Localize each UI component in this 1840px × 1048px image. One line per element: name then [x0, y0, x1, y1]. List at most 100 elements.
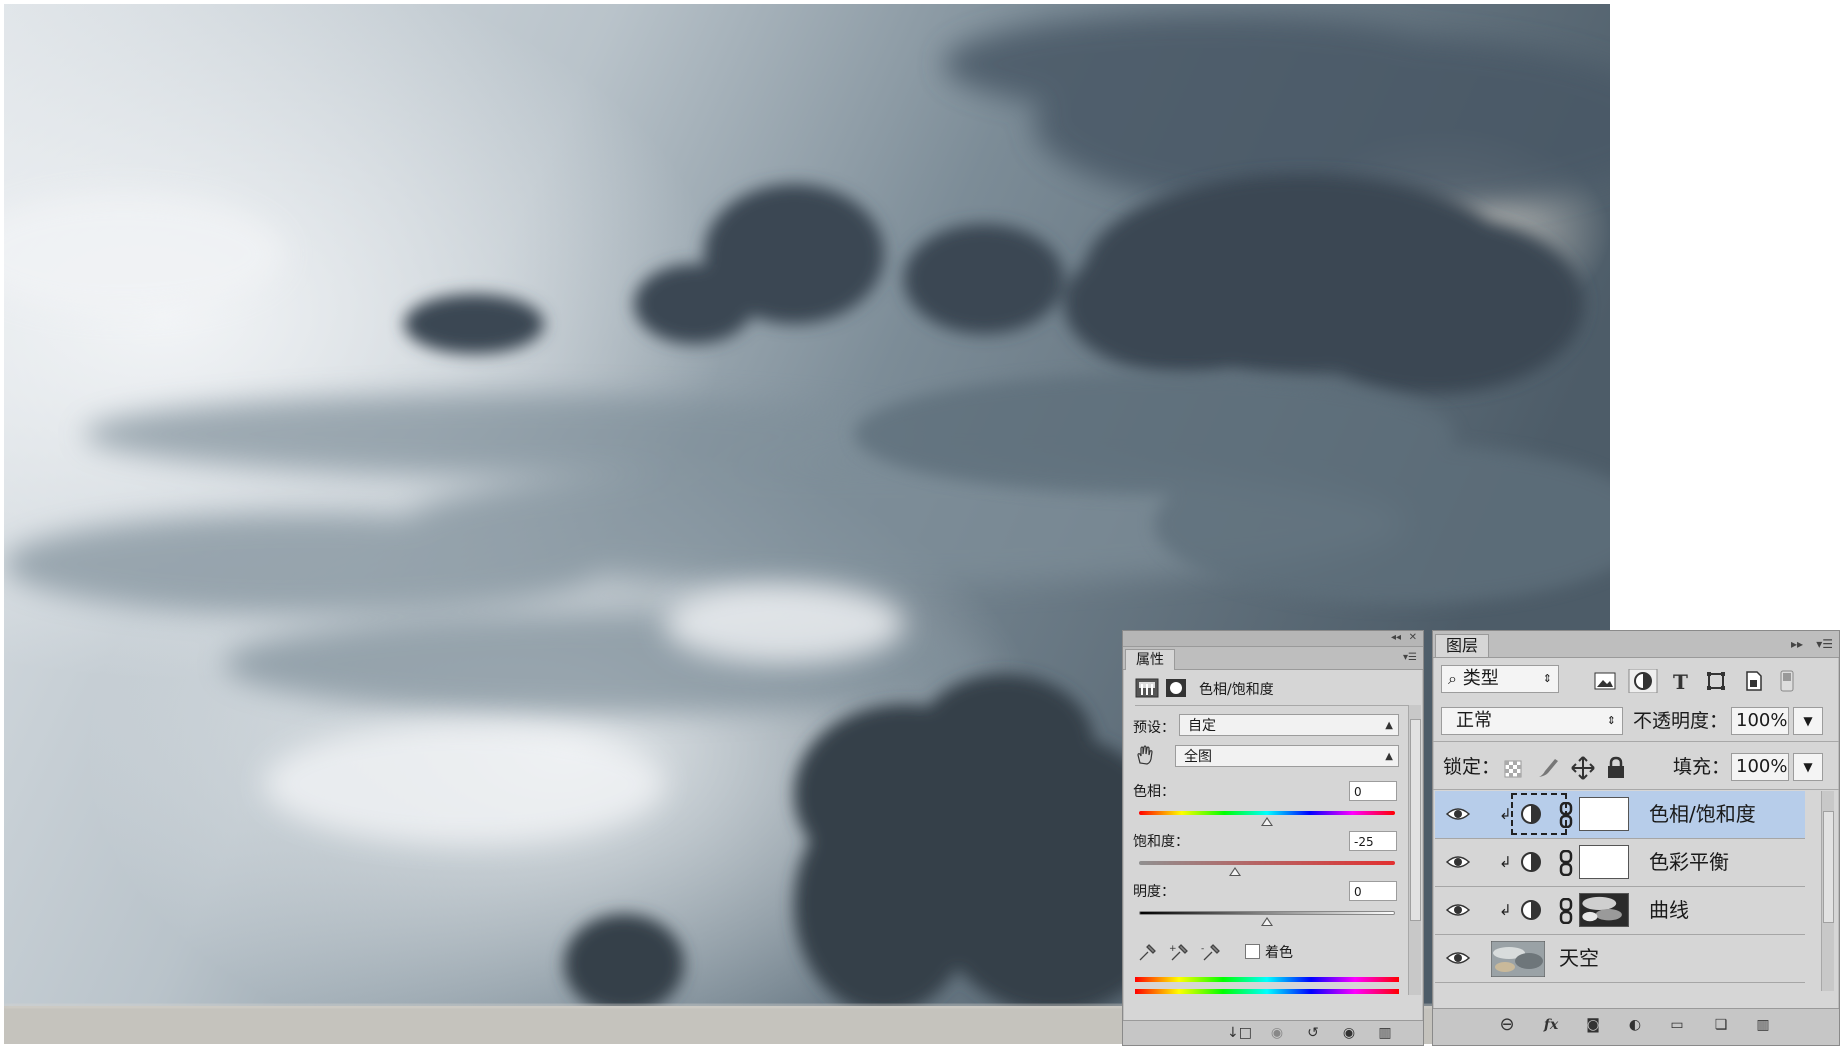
layer-mask-thumbnail[interactable] — [1579, 893, 1629, 927]
layer-filter-dropdown[interactable]: ⌕ 类型 ⇕ — [1441, 665, 1559, 693]
layer-row-color-balance[interactable]: ↲ 色彩平衡 — [1435, 839, 1805, 887]
layer-row-curves[interactable]: ↲ 曲线 — [1435, 887, 1805, 935]
tab-properties[interactable]: 属性 — [1125, 649, 1175, 670]
collapse-icon[interactable]: ◂◂ — [1391, 632, 1401, 644]
lock-transparent-pixels-icon[interactable] — [1504, 760, 1522, 778]
channel-value: 全图 — [1184, 749, 1212, 765]
add-mask-icon[interactable]: ◙ — [1583, 1015, 1603, 1035]
targeted-adjustment-hand-icon[interactable] — [1133, 743, 1157, 767]
layer-row-sky[interactable]: 天空 — [1435, 935, 1805, 983]
eyedropper-plus-icon[interactable]: + — [1169, 944, 1188, 961]
preset-label: 预设： — [1133, 720, 1175, 736]
layer-name[interactable]: 色彩平衡 — [1649, 849, 1729, 875]
lock-image-pixels-icon[interactable] — [1539, 759, 1558, 777]
shape-icon[interactable] — [1707, 672, 1725, 690]
hue-input[interactable]: 0 — [1349, 781, 1397, 801]
colorize-checkbox[interactable] — [1245, 944, 1260, 959]
saturation-slider-thumb[interactable] — [1229, 867, 1241, 876]
lightness-slider-thumb[interactable] — [1261, 917, 1273, 926]
text-icon[interactable]: T — [1673, 670, 1688, 693]
input-spectrum-bar — [1135, 977, 1399, 982]
eye-icon[interactable] — [1445, 803, 1471, 825]
eye-icon[interactable] — [1445, 851, 1471, 873]
preset-value: 自定 — [1188, 718, 1216, 734]
scrollbar-thumb[interactable] — [1410, 719, 1421, 921]
lock-icons — [1504, 756, 1624, 780]
lightness-slider-track[interactable] — [1139, 911, 1395, 915]
channel-dropdown[interactable]: 全图 ▲ — [1175, 745, 1399, 767]
link-icon[interactable]: ⊖ — [1497, 1015, 1517, 1035]
trash-icon[interactable]: ▥ — [1753, 1015, 1773, 1035]
panel-menu-icon[interactable]: ▾☰ — [1816, 638, 1833, 650]
fill-dropdown-arrow-icon[interactable]: ▼ — [1793, 753, 1823, 781]
colorize-label: 着色 — [1265, 945, 1293, 961]
eye-icon[interactable] — [1445, 899, 1471, 921]
eyedropper-minus-icon[interactable]: - — [1201, 944, 1220, 961]
reset-icon[interactable]: ↺ — [1303, 1023, 1323, 1043]
layer-filter-icons: T — [1594, 669, 1794, 693]
close-icon[interactable]: ✕ — [1409, 632, 1417, 644]
trash-icon[interactable]: ▥ — [1375, 1023, 1395, 1043]
tab-layers[interactable]: 图层 — [1435, 634, 1490, 657]
saturation-slider-track[interactable] — [1139, 861, 1395, 865]
properties-panel: ◂◂ ✕ 属性 ▾☰ 色相/饱和度 预设： 自定 ▲ 全图 ▲ 色相： 0 饱和… — [1122, 630, 1424, 1046]
filter-toggle-icon[interactable] — [1780, 670, 1794, 692]
scrollbar-thumb[interactable] — [1823, 811, 1834, 923]
updown-arrow-icon: ⇕ — [1542, 672, 1552, 685]
link-icon[interactable] — [1559, 850, 1573, 876]
adjustment-layer-icon — [1521, 804, 1541, 824]
expand-icon[interactable]: ▸▸ — [1791, 638, 1803, 650]
opacity-input[interactable]: 100% — [1731, 707, 1789, 735]
svg-text:T: T — [1673, 670, 1688, 693]
clip-to-layer-icon[interactable]: ↓□ — [1227, 1023, 1252, 1043]
output-spectrum-bar — [1135, 989, 1399, 994]
eye-icon[interactable]: ◉ — [1339, 1023, 1359, 1043]
layer-row-hue-saturation[interactable]: ↲ 色相/饱和度 — [1435, 791, 1805, 839]
fx-icon[interactable]: fx — [1541, 1015, 1561, 1035]
layer-name[interactable]: 色相/饱和度 — [1649, 801, 1756, 827]
updown-arrow-icon: ▲ — [1385, 751, 1393, 762]
hue-slider-track[interactable] — [1139, 811, 1395, 815]
layer-thumbnail[interactable] — [1491, 941, 1545, 977]
layers-scrollbar[interactable] — [1821, 791, 1834, 991]
panel-title-bar[interactable]: ◂◂ ✕ — [1123, 631, 1423, 647]
lock-label: 锁定： — [1443, 756, 1501, 778]
link-icon[interactable] — [1559, 802, 1573, 828]
saturation-input[interactable]: -25 — [1349, 831, 1397, 851]
blend-mode-dropdown[interactable]: 正常 ⇕ — [1441, 707, 1623, 735]
lock-position-icon[interactable] — [1571, 756, 1595, 780]
filter-kind-value: 类型 — [1462, 668, 1499, 689]
hue-slider-thumb[interactable] — [1261, 817, 1273, 826]
hue-label: 色相： — [1133, 784, 1175, 800]
preset-dropdown[interactable]: 自定 ▲ — [1179, 714, 1399, 736]
layer-mask-icon[interactable] — [1165, 677, 1187, 699]
view-previous-state-icon[interactable]: ◉ — [1267, 1023, 1287, 1043]
link-icon[interactable] — [1559, 898, 1573, 924]
layers-bottom-toolbar: ⊖ fx ◙ ◐ ▭ ❏ ▥ — [1433, 1008, 1839, 1045]
folder-icon[interactable]: ▭ — [1667, 1015, 1687, 1035]
fill-label: 填充： — [1673, 756, 1731, 778]
hue-saturation-icon — [1135, 678, 1159, 698]
layers-tab-row: 图层 ▸▸ ▾☰ — [1433, 631, 1839, 658]
eyedropper-icon[interactable] — [1139, 944, 1156, 961]
lightness-label: 明度： — [1133, 884, 1175, 900]
lightness-input[interactable]: 0 — [1349, 881, 1397, 901]
divider — [1433, 741, 1839, 742]
smart-object-icon[interactable] — [1746, 671, 1762, 691]
layer-name[interactable]: 曲线 — [1649, 897, 1689, 923]
panel-menu-icon[interactable]: ▾☰ — [1403, 652, 1417, 664]
opacity-dropdown-arrow-icon[interactable]: ▼ — [1793, 707, 1823, 735]
lock-all-icon[interactable] — [1608, 756, 1624, 778]
half-circle-icon[interactable] — [1628, 669, 1658, 693]
fill-input[interactable]: 100% — [1731, 753, 1789, 781]
divider — [1433, 789, 1839, 790]
properties-scrollbar[interactable] — [1408, 705, 1421, 995]
clipping-arrow-icon: ↲ — [1499, 901, 1512, 919]
new-layer-icon[interactable]: ❏ — [1711, 1015, 1731, 1035]
layer-name[interactable]: 天空 — [1559, 945, 1599, 971]
eye-icon[interactable] — [1445, 947, 1471, 969]
half-circle-icon[interactable]: ◐ — [1625, 1015, 1645, 1035]
layer-mask-thumbnail[interactable] — [1579, 797, 1629, 831]
image-icon[interactable] — [1594, 672, 1616, 690]
layer-mask-thumbnail[interactable] — [1579, 845, 1629, 879]
